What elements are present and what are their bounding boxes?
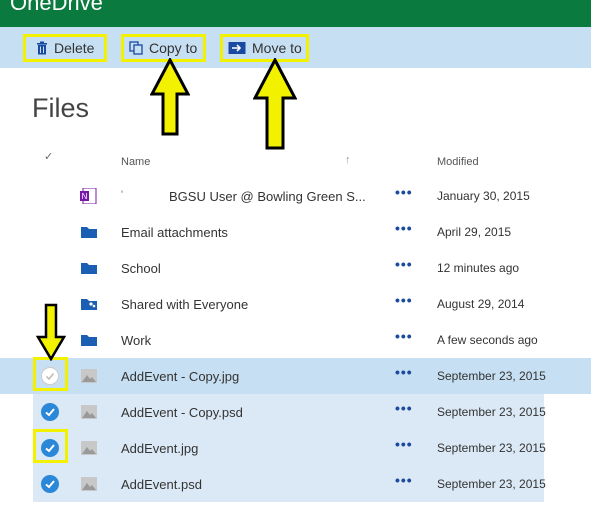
delete-label: Delete: [54, 40, 95, 56]
image-icon: [80, 440, 98, 456]
folder-name[interactable]: Email attachments: [121, 225, 228, 240]
page-title: Files: [32, 93, 90, 123]
copy-icon: [129, 41, 143, 55]
image-icon: [80, 476, 98, 492]
column-header: ✓ Name ↑ Modified: [0, 148, 591, 176]
more-options-button[interactable]: •••: [395, 220, 413, 236]
folder-name[interactable]: School: [121, 261, 161, 276]
annotation-arrow-down-icon: [36, 303, 66, 361]
modified-date: April 29, 2015: [437, 225, 512, 239]
folder-row[interactable]: Work ••• A few seconds ago: [0, 322, 591, 358]
shared-folder-icon: [80, 296, 98, 312]
copy-to-label: Copy to: [149, 40, 198, 56]
more-options-button[interactable]: •••: [395, 364, 413, 380]
folder-icon: [80, 260, 98, 276]
name-column-header[interactable]: Name: [121, 156, 150, 168]
folder-icon: [80, 224, 98, 240]
modified-date: A few seconds ago: [437, 333, 538, 347]
more-options-button[interactable]: •••: [395, 292, 413, 308]
more-options-button[interactable]: •••: [395, 472, 413, 488]
more-options-button[interactable]: •••: [395, 256, 413, 272]
file-row[interactable]: AddEvent - Copy.psd ••• September 23, 20…: [0, 394, 591, 430]
annotation-highlight-box: [33, 429, 68, 463]
file-row[interactable]: AddEvent.jpg ••• September 23, 2015: [0, 430, 591, 466]
file-name[interactable]: AddEvent - Copy.psd: [121, 405, 243, 420]
file-name-prefix: ': [121, 189, 124, 201]
folder-row[interactable]: Email attachments ••• April 29, 2015: [0, 214, 591, 250]
modified-date: 12 minutes ago: [437, 261, 520, 275]
move-to-label: Move to: [252, 40, 302, 56]
modified-date: January 30, 2015: [437, 189, 530, 203]
modified-date: September 23, 2015: [437, 405, 546, 419]
trash-icon: [36, 41, 48, 55]
file-name[interactable]: BGSU User @ Bowling Green S...: [169, 189, 366, 204]
folder-name[interactable]: Work: [121, 333, 151, 348]
file-row[interactable]: AddEvent.psd ••• September 23, 2015: [0, 466, 591, 502]
modified-date: September 23, 2015: [437, 441, 546, 455]
more-options-button[interactable]: •••: [395, 328, 413, 344]
modified-date: August 29, 2014: [437, 297, 525, 311]
app-bar: OneDrive: [0, 0, 591, 27]
image-icon: [80, 368, 98, 384]
svg-text:N: N: [82, 192, 88, 201]
modified-date: September 23, 2015: [437, 477, 546, 491]
image-icon: [80, 404, 98, 420]
more-options-button[interactable]: •••: [395, 184, 413, 200]
more-options-button[interactable]: •••: [395, 436, 413, 452]
file-name[interactable]: AddEvent - Copy.jpg: [121, 369, 239, 384]
app-title[interactable]: OneDrive: [10, 0, 103, 16]
folder-row[interactable]: Shared with Everyone ••• August 29, 2014: [0, 286, 591, 322]
annotation-highlight-box: [33, 357, 68, 391]
sort-arrow-icon[interactable]: ↑: [345, 154, 351, 166]
file-row[interactable]: AddEvent - Copy.jpg ••• September 23, 20…: [0, 358, 591, 394]
folder-icon: [80, 332, 98, 348]
row-checkbox[interactable]: [41, 475, 59, 493]
folder-name[interactable]: Shared with Everyone: [121, 297, 248, 312]
file-row[interactable]: N ' BGSU User @ Bowling Green S... ••• J…: [0, 178, 591, 214]
annotation-arrow-up-icon: [150, 58, 190, 136]
modified-date: September 23, 2015: [437, 369, 546, 383]
annotation-arrow-up-icon: [253, 58, 297, 150]
file-name[interactable]: AddEvent.psd: [121, 477, 202, 492]
delete-button[interactable]: Delete: [23, 34, 107, 62]
folder-row[interactable]: School ••• 12 minutes ago: [0, 250, 591, 286]
more-options-button[interactable]: •••: [395, 400, 413, 416]
onenote-icon: N: [80, 187, 98, 205]
modified-column-header[interactable]: Modified: [437, 156, 479, 168]
row-checkbox[interactable]: [41, 403, 59, 421]
file-name[interactable]: AddEvent.jpg: [121, 441, 198, 456]
select-all-checkbox[interactable]: ✓: [44, 150, 53, 163]
move-icon: [228, 41, 246, 55]
